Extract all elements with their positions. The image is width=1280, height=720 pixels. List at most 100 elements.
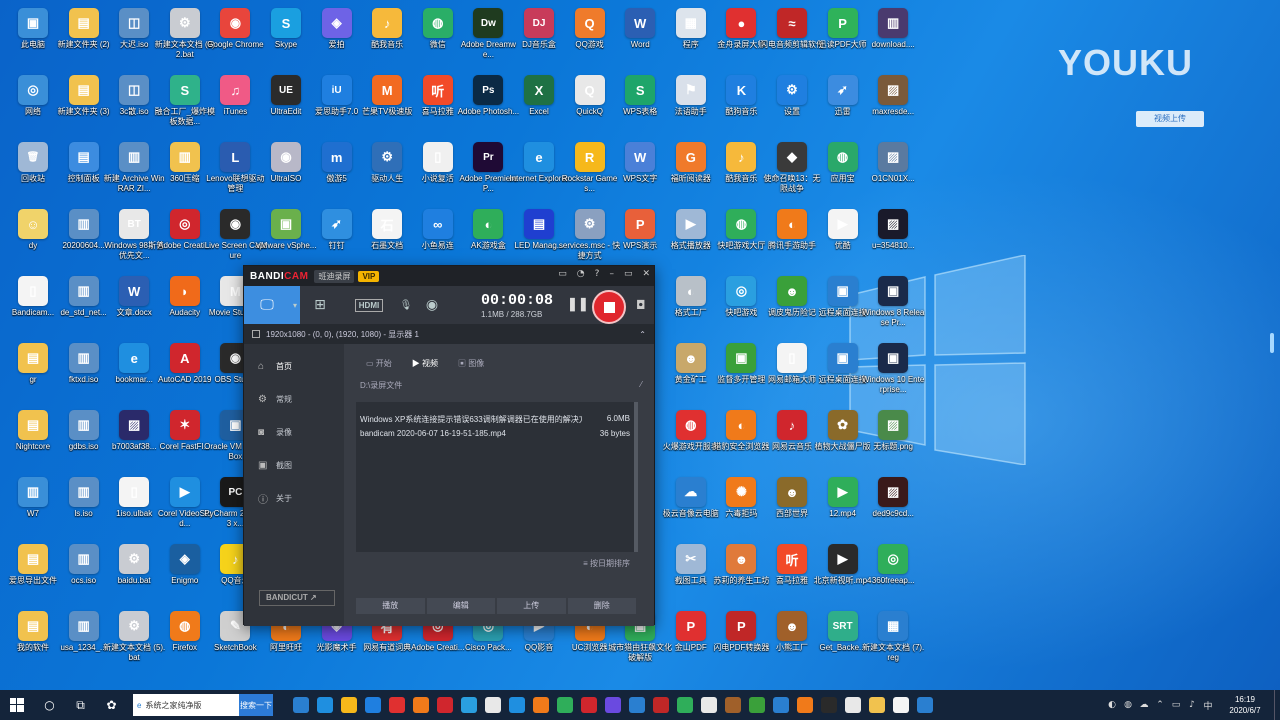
desktop-icon-label: u=354810... <box>871 241 915 250</box>
app-icon: ▨ <box>878 477 909 507</box>
taskbar-app-button[interactable] <box>601 690 625 720</box>
file-list-scrollbar[interactable] <box>634 402 638 552</box>
desktop-icon[interactable]: ▣ Windows 8 Release Pr... <box>861 272 925 334</box>
sort-by-date[interactable]: ≡ 按日期排序 <box>583 558 630 569</box>
taskbar-app-button[interactable] <box>889 690 913 720</box>
file-action-button[interactable]: 上传 <box>497 598 566 614</box>
volume-icon[interactable]: ♪ <box>1184 700 1200 710</box>
desktop-icon[interactable]: ▣ Windows 10 Enterprise... <box>861 339 925 401</box>
desktop-icon[interactable]: ◎ 360freeap... <box>861 540 925 602</box>
taskbar-app-button[interactable] <box>481 690 505 720</box>
app-icon: ▣ <box>18 8 48 38</box>
tray-app-icon[interactable]: ◐ <box>1104 700 1120 710</box>
window-controls: ▭ ◔ ? – ▭ ✕ <box>558 269 650 279</box>
search-go-button[interactable]: 搜索一下 <box>239 694 273 716</box>
taskbar-app-button[interactable] <box>409 690 433 720</box>
desktop-icon[interactable]: ▨ O1CN01X... <box>861 138 925 200</box>
app-icon: ≈ <box>777 8 807 38</box>
screenshot-camera-icon[interactable]: ◘ <box>636 298 646 312</box>
tray-app-icon[interactable]: ◍ <box>1120 700 1136 710</box>
show-desktop-button[interactable] <box>1274 690 1280 720</box>
taskbar-app-button[interactable] <box>817 690 841 720</box>
file-row[interactable]: bandicam 2020-06-07 16-19-51-185.mp4 36 b… <box>360 429 630 444</box>
pause-button[interactable]: ❚❚ <box>567 296 589 312</box>
taskbar-app-button[interactable] <box>625 690 649 720</box>
bandicut-link[interactable]: BANDICUT ↗ <box>259 590 335 606</box>
taskbar-app-button[interactable] <box>457 690 481 720</box>
close-icon[interactable]: ✕ <box>642 269 650 279</box>
taskbar-app-button[interactable] <box>841 690 865 720</box>
app-icon: 听 <box>422 75 453 105</box>
chevron-up-icon[interactable]: ⌃ <box>1152 700 1168 710</box>
bandicam-titlebar[interactable]: BANDICAM 班迪录屏 VIP ▭ ◔ ? – ▭ ✕ <box>244 266 654 286</box>
taskbar-app-button[interactable] <box>553 690 577 720</box>
file-row[interactable]: Windows XP系统连接提示错误633调制解调器已在使用的解决方法.mp4 6… <box>360 414 630 429</box>
folder-open-icon[interactable]: ⁄ <box>641 380 642 391</box>
app-icon: ▦ <box>878 611 909 641</box>
taskbar-app-button[interactable] <box>769 690 793 720</box>
sidebar-item[interactable]: ⚙ 常规 <box>244 383 344 416</box>
output-tab[interactable]: ▶ 视频 <box>401 352 449 374</box>
mic-toggle[interactable]: 🎙 <box>398 286 414 324</box>
file-action-button[interactable]: 编辑 <box>426 598 495 614</box>
taskbar-app-button[interactable] <box>529 690 553 720</box>
taskbar-app-button[interactable] <box>913 690 937 720</box>
restore-icon[interactable]: ▭ <box>624 269 633 279</box>
file-action-button[interactable]: 删除 <box>567 598 636 614</box>
stop-record-button[interactable] <box>592 290 626 324</box>
help-icon[interactable]: ? <box>595 269 600 279</box>
taskbar-app-button[interactable] <box>313 690 337 720</box>
taskbar-app-button[interactable] <box>337 690 361 720</box>
screen-mode-button[interactable]: 🖵 <box>244 286 290 324</box>
task-view-icon[interactable]: ⧉ <box>65 690 96 720</box>
taskbar-clock[interactable]: 16:19 2020/6/7 <box>1216 694 1274 716</box>
minimize-icon[interactable]: – <box>609 269 614 279</box>
taskbar-app-button[interactable] <box>721 690 745 720</box>
chevron-up-icon[interactable]: ⌃ <box>639 330 646 339</box>
taskbar-app-button[interactable] <box>673 690 697 720</box>
app-icon: ▶ <box>827 477 858 507</box>
taskbar-app-button[interactable] <box>385 690 409 720</box>
input-method-icon[interactable]: 中 <box>1200 699 1216 712</box>
file-action-button[interactable]: 播放 <box>356 598 425 614</box>
desktop-icon[interactable]: ▨ maxresde... <box>861 71 925 133</box>
desktop-icon[interactable]: ▥ download.... <box>861 4 925 66</box>
taskbar-app-button[interactable] <box>289 690 313 720</box>
taskbar-app-button[interactable] <box>697 690 721 720</box>
game-mode-button[interactable]: ⊞ <box>300 286 340 324</box>
taskbar-app-button[interactable] <box>793 690 817 720</box>
screen-mode-dropdown[interactable]: ▾ <box>290 286 300 324</box>
taskbar-app-icon <box>485 697 501 713</box>
pinwheel-icon[interactable]: ✿ <box>96 690 127 720</box>
sidebar-item[interactable]: ◙ 录像 <box>244 416 344 449</box>
sidebar-item[interactable]: ⓘ 关于 <box>244 482 344 515</box>
target-checkbox[interactable] <box>252 330 260 338</box>
desktop-icon[interactable]: ▦ 新建文本文档 (7).reg <box>861 607 925 669</box>
tray-app-icon[interactable]: ☁ <box>1136 700 1152 710</box>
taskbar-app-button[interactable] <box>865 690 889 720</box>
output-tab[interactable]: ▭ 开始 <box>356 352 402 374</box>
vip-badge[interactable]: VIP <box>358 270 380 282</box>
taskbar-search-input[interactable]: e 系统之家纯净版 <box>133 694 239 716</box>
taskbar-app-button[interactable] <box>577 690 601 720</box>
cortana-icon[interactable]: ○ <box>34 690 65 720</box>
output-tab[interactable]: ▣ 图像 <box>448 352 494 374</box>
sidebar-item[interactable]: ▣ 截图 <box>244 449 344 482</box>
hdmi-mode-button[interactable]: HDMI <box>340 286 398 324</box>
taskbar-app-button[interactable] <box>505 690 529 720</box>
network-icon[interactable]: ▭ <box>1168 700 1184 710</box>
taskbar-app-button[interactable] <box>745 690 769 720</box>
app-icon: ◈ <box>169 544 200 574</box>
lock-icon[interactable]: ◔ <box>577 269 585 279</box>
taskbar-app-button[interactable] <box>433 690 457 720</box>
desktop-icon[interactable]: ▨ u=354810... <box>861 205 925 267</box>
app-icon: W <box>625 8 656 38</box>
folder-icon[interactable]: ▭ <box>558 269 567 279</box>
sidebar-item[interactable]: ⌂ 首页 <box>244 350 344 383</box>
desktop-icon[interactable]: ▨ 无标题.png <box>861 406 925 468</box>
desktop-icon[interactable]: ▨ ded9c9cd... <box>861 473 925 535</box>
start-button[interactable] <box>0 690 34 720</box>
taskbar-app-button[interactable] <box>361 690 385 720</box>
taskbar-app-button[interactable] <box>649 690 673 720</box>
webcam-toggle[interactable]: ◉ <box>414 286 450 324</box>
